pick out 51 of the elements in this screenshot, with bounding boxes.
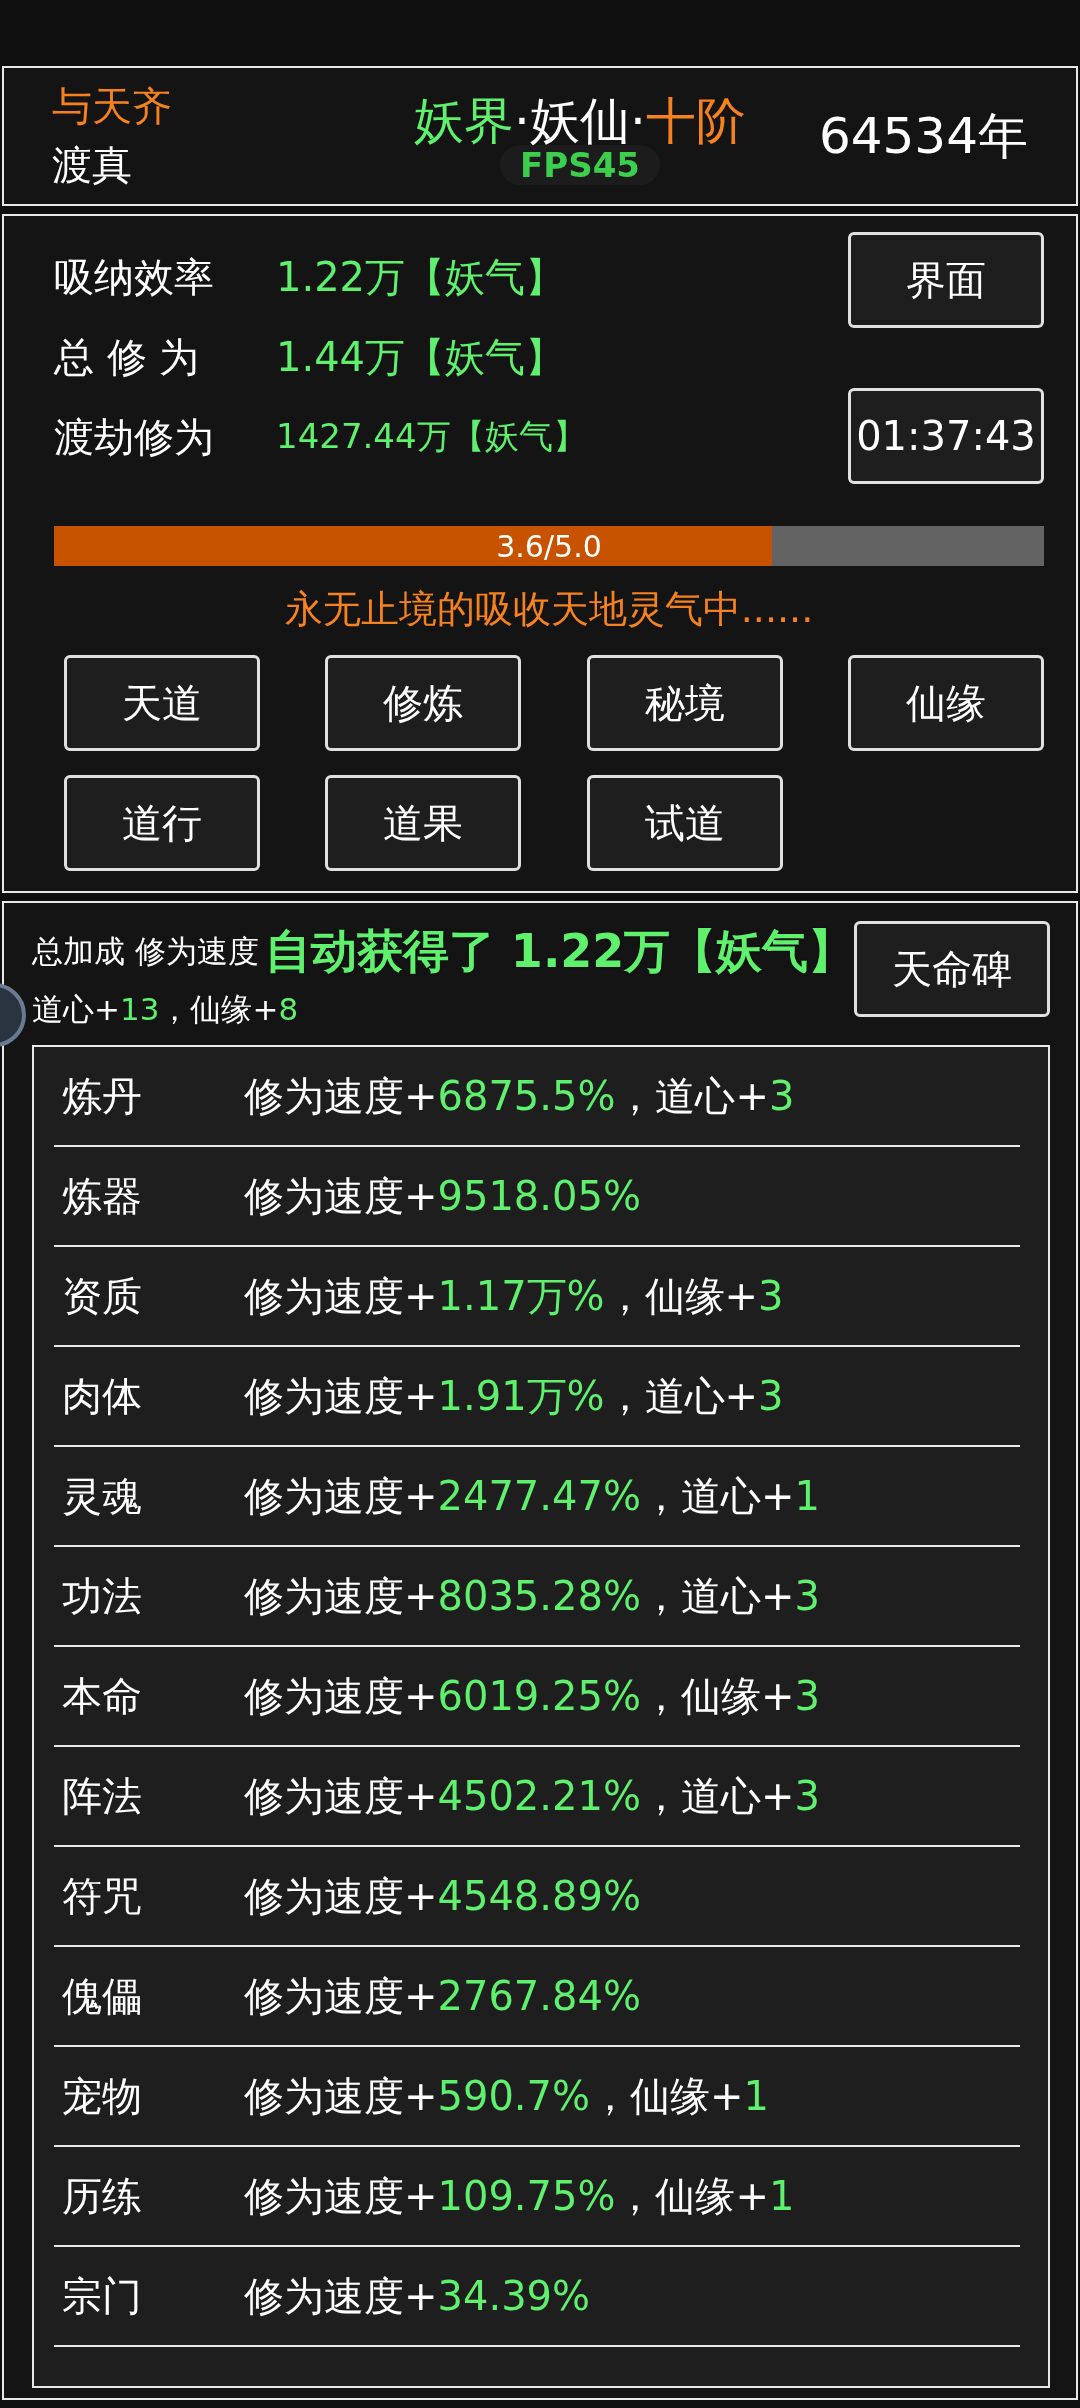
row-name: 符咒 — [62, 1871, 143, 1921]
row-bonus: 修为速度+590.7%，仙缘+1 — [244, 2071, 770, 2121]
row-name: 炼器 — [62, 1171, 143, 1221]
timer-button[interactable]: 01:37:43 — [848, 388, 1044, 484]
row-bonus: 修为速度+4502.21%，道心+3 — [244, 1771, 821, 1821]
bonus-label: 总加成 修为速度 — [32, 932, 259, 971]
bonus-summary: 道心+13，仙缘+8 — [32, 990, 300, 1029]
stat-value: 1427.44万【妖气】 — [276, 415, 588, 458]
fate-stele-button[interactable]: 天命碑 — [854, 921, 1051, 1017]
action-button[interactable]: 试道 — [586, 775, 783, 871]
action-button[interactable]: 道行 — [64, 775, 260, 871]
row-name: 炼丹 — [62, 1071, 143, 1121]
row-name: 宠物 — [62, 2071, 143, 2121]
stat-label: 渡劫修为 — [54, 412, 215, 462]
row-bonus: 修为速度+1.91万%，道心+3 — [244, 1371, 785, 1421]
row-name: 宗门 — [62, 2271, 143, 2321]
row-name: 肉体 — [62, 1371, 143, 1421]
row-bonus: 修为速度+9518.05% — [244, 1171, 642, 1221]
toast-message: 自动获得了 1.22万【妖气】 — [264, 923, 855, 980]
row-name: 傀儡 — [62, 1971, 143, 2021]
title: 与天齐 — [52, 82, 173, 131]
stat-label: 总 修 为 — [54, 332, 201, 382]
stat-label: 吸纳效率 — [54, 252, 215, 302]
row-bonus: 修为速度+6019.25%，仙缘+3 — [244, 1671, 821, 1721]
action-button[interactable]: 秘境 — [586, 655, 783, 751]
action-button[interactable]: 天道 — [64, 655, 260, 751]
row-bonus: 修为速度+6875.5%，道心+3 — [244, 1071, 796, 1121]
row-name: 灵魂 — [62, 1471, 143, 1521]
action-button[interactable]: 修炼 — [325, 655, 522, 751]
row-bonus: 修为速度+34.39% — [244, 2271, 592, 2321]
row-bonus: 修为速度+2767.84% — [244, 1971, 642, 2021]
action-button[interactable]: 仙缘 — [848, 655, 1044, 751]
subtitle: 渡真 — [52, 141, 133, 190]
stat-value: 1.22万【妖气】 — [276, 252, 567, 302]
years-label: 64534年 — [817, 105, 1028, 167]
row-name: 功法 — [62, 1571, 143, 1621]
row-name: 资质 — [62, 1271, 143, 1321]
row-name: 本命 — [62, 1671, 143, 1721]
progress-label: 3.6/5.0 — [496, 528, 602, 564]
row-bonus: 修为速度+2477.47%，道心+1 — [244, 1471, 821, 1521]
row-name: 历练 — [62, 2171, 143, 2221]
interface-button[interactable]: 界面 — [848, 232, 1044, 328]
row-bonus: 修为速度+8035.28%，道心+3 — [244, 1571, 821, 1621]
row-bonus: 修为速度+109.75%，仙缘+1 — [244, 2171, 796, 2221]
fps-counter: FPS45 — [500, 144, 660, 185]
status-text: 永无止境的吸收天地灵气中...... — [283, 586, 815, 633]
stat-value: 1.44万【妖气】 — [276, 332, 567, 382]
row-name: 阵法 — [62, 1771, 143, 1821]
action-button[interactable]: 道果 — [325, 775, 522, 871]
row-bonus: 修为速度+1.17万%，仙缘+3 — [244, 1271, 785, 1321]
row-bonus: 修为速度+4548.89% — [244, 1871, 642, 1921]
